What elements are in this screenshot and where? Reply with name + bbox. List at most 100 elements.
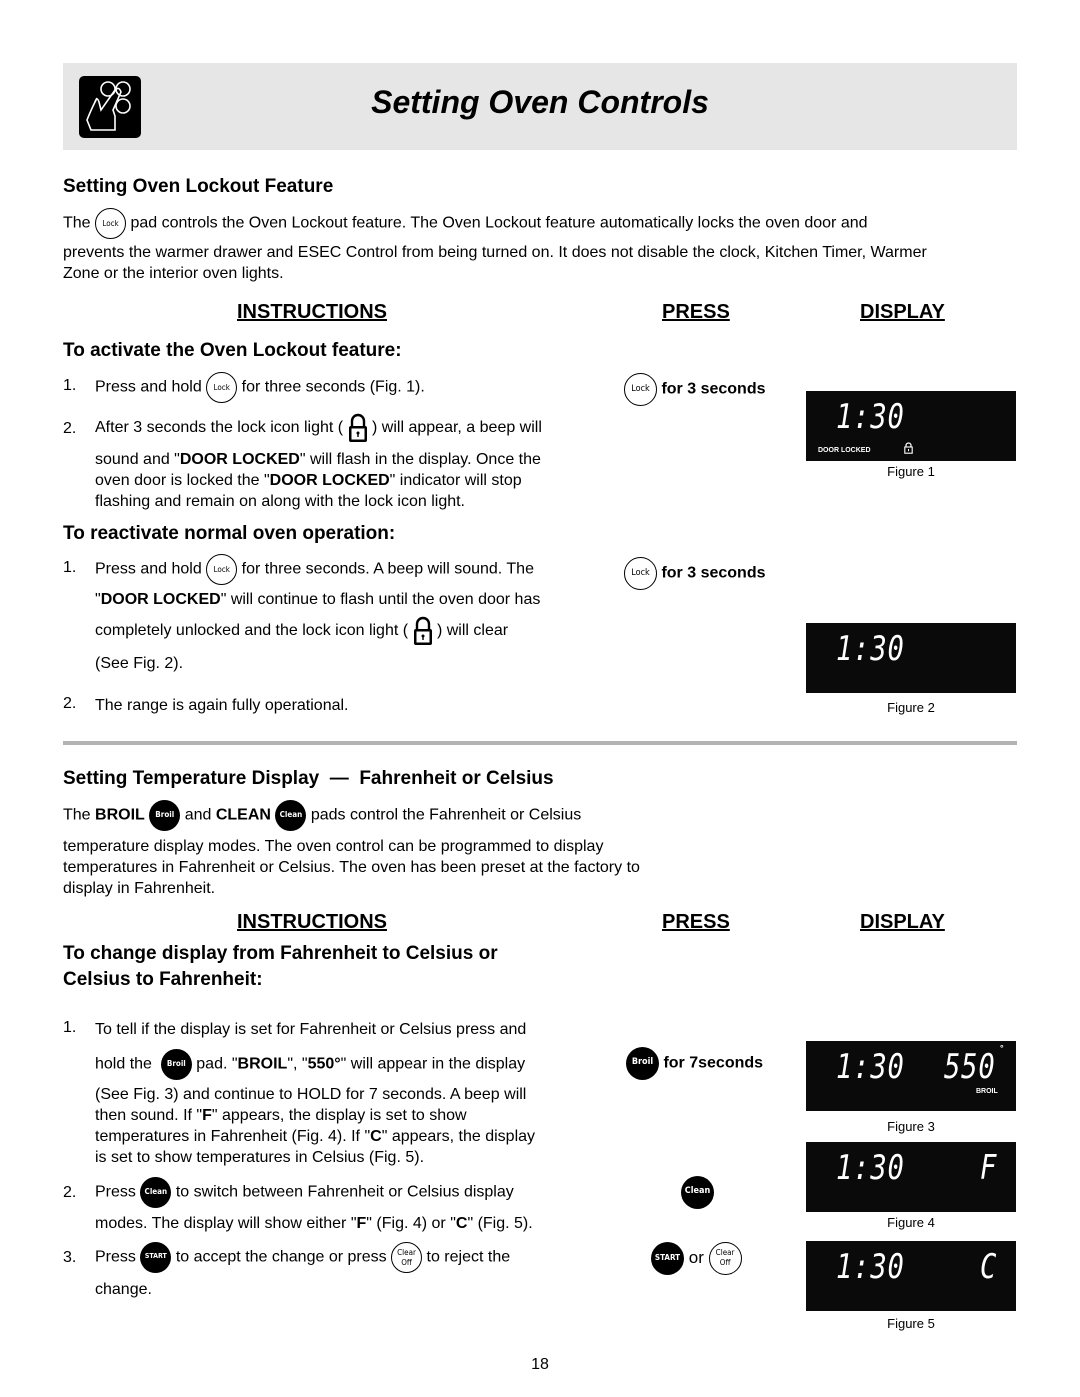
- degree-symbol: °: [1000, 1043, 1004, 1053]
- door-locked-indicator: DOOR LOCKED: [818, 447, 871, 454]
- text: to switch between Fahrenheit or Celsius …: [175, 1183, 514, 1201]
- text: to reject the: [426, 1248, 511, 1266]
- or-text: or: [688, 1247, 704, 1267]
- change-heading-line2: Celsius to Fahrenheit:: [63, 969, 263, 990]
- display-time: 1:30: [836, 1148, 905, 1188]
- temp-step1-line3: (See Fig. 3) and continue to HOLD for 7 …: [95, 1086, 527, 1103]
- activate-step2-line1: After 3 seconds the lock icon light ( ) …: [95, 412, 542, 444]
- press-clean: Clean: [681, 1176, 714, 1209]
- figure-caption: Figure 3: [887, 1119, 935, 1134]
- text: " appears, the display: [381, 1128, 536, 1145]
- display-time: 1:30: [836, 1247, 905, 1287]
- col-display: DISPLAY: [860, 301, 945, 323]
- text: pads control the Fahrenheit or Celsius: [310, 806, 582, 824]
- lockout-intro-line3: Zone or the interior oven lights.: [63, 265, 284, 282]
- display-figure-3: 1:30 550 ° BROIL: [806, 1041, 1016, 1111]
- text-bold: DOOR LOCKED: [179, 451, 300, 468]
- col-instructions: INSTRUCTIONS: [237, 911, 387, 933]
- text: Press: [95, 1248, 136, 1266]
- step-number: 1.: [63, 1019, 77, 1036]
- text: " (Fig. 5).: [467, 1215, 533, 1232]
- temperature-intro-line3: temperatures in Fahrenheit or Celsius. T…: [63, 859, 640, 876]
- press-duration: for 3 seconds: [661, 564, 766, 582]
- start-pad-icon: START: [651, 1242, 684, 1275]
- text: completely unlocked and the lock icon li…: [95, 622, 409, 640]
- clean-pad-icon: Clean: [140, 1177, 172, 1208]
- activate-step1: Press and hold Lock for three seconds (F…: [95, 372, 425, 403]
- reactivate-step1-line3: completely unlocked and the lock icon li…: [95, 615, 508, 647]
- display-figure-4: 1:30 F: [806, 1142, 1016, 1212]
- text-bold: DOOR LOCKED: [100, 591, 221, 608]
- temperature-intro-line2: temperature display modes. The oven cont…: [63, 838, 604, 855]
- step-number: 3.: [63, 1249, 77, 1266]
- lockout-heading: Setting Oven Lockout Feature: [63, 176, 334, 197]
- text: " appears, the display is set to show: [211, 1107, 467, 1124]
- text-bold: C: [370, 1128, 382, 1145]
- step-number: 2.: [63, 695, 77, 712]
- text: sound and ": [95, 451, 180, 468]
- step-number: 2.: [63, 420, 77, 437]
- clear-off-pad-icon: Clear Off: [708, 1242, 742, 1275]
- text: to accept the change or press: [175, 1248, 387, 1266]
- display-figure-2: 1:30: [806, 623, 1016, 693]
- activate-step2-line3: oven door is locked the "DOOR LOCKED" in…: [95, 470, 522, 491]
- reactivate-step2: The range is again fully operational.: [95, 697, 349, 714]
- broil-pad-icon: Broil: [160, 1049, 192, 1080]
- step-number: 1.: [63, 559, 77, 576]
- text: " (Fig. 4) or ": [366, 1215, 456, 1232]
- text: Off: [401, 1258, 412, 1267]
- activate-heading: To activate the Oven Lockout feature:: [63, 340, 402, 361]
- reactivate-press: Lock for 3 seconds: [624, 557, 765, 590]
- text-bold: F: [202, 1107, 212, 1124]
- text: for three seconds. A beep will sound. Th…: [241, 560, 534, 578]
- text: ) will clear: [436, 622, 509, 640]
- display-time: 1:30: [836, 1047, 905, 1087]
- press-duration: for 7seconds: [663, 1054, 764, 1072]
- page-title: Setting Oven Controls: [371, 84, 709, 120]
- clear-off-pad-icon: Clear Off: [391, 1242, 423, 1273]
- broil-indicator: BROIL: [976, 1088, 998, 1095]
- figure-caption: Figure 4: [887, 1215, 935, 1230]
- text: oven door is locked the ": [95, 472, 270, 489]
- section-divider: [63, 741, 1017, 745]
- text-bold: DOOR LOCKED: [269, 472, 390, 489]
- reactivate-step1-line2: "DOOR LOCKED" will continue to flash unt…: [95, 589, 540, 610]
- temp-step1-line1: To tell if the display is set for Fahren…: [95, 1021, 527, 1038]
- text-bold: F: [356, 1215, 367, 1232]
- text-bold: BROIL: [237, 1055, 288, 1073]
- text: Press and hold: [95, 560, 202, 578]
- display-figure-5: 1:30 C: [806, 1241, 1016, 1311]
- temp-step1-line6: is set to show temperatures in Celsius (…: [95, 1149, 425, 1166]
- figure-caption: Figure 1: [887, 464, 935, 479]
- text: pad controls the Oven Lockout feature. T…: [130, 214, 868, 232]
- text-bold: 550°: [307, 1055, 341, 1073]
- activate-press: Lock for 3 seconds: [624, 373, 765, 406]
- figure-caption: Figure 5: [887, 1316, 935, 1331]
- lock-pad-icon: Lock: [206, 372, 238, 403]
- text: then sound. If ": [95, 1107, 203, 1124]
- text: " will continue to flash until the oven …: [220, 591, 541, 608]
- temp-step2-line2: modes. The display will show either "F" …: [95, 1213, 533, 1234]
- activate-step2-line4: flashing and remain on along with the lo…: [95, 493, 465, 510]
- press-start-or-clear: START or Clear Off: [651, 1242, 742, 1275]
- text-bold: BROIL: [95, 806, 145, 824]
- temperature-intro-line4: display in Fahrenheit.: [63, 880, 216, 897]
- text: Press and hold: [95, 378, 202, 396]
- lockout-intro-line2: prevents the warmer drawer and ESEC Cont…: [63, 244, 927, 261]
- text-bold: CLEAN: [215, 806, 271, 824]
- temp-step3-line2: change.: [95, 1281, 152, 1298]
- display-figure-1: 1:30 DOOR LOCKED: [806, 391, 1016, 461]
- col-press: PRESS: [662, 911, 730, 933]
- reactivate-heading: To reactivate normal oven operation:: [63, 523, 396, 544]
- text: " will appear in the display: [340, 1055, 526, 1073]
- col-press: PRESS: [662, 301, 730, 323]
- lock-pad-icon: Lock: [95, 208, 127, 239]
- text: " indicator will stop: [389, 472, 522, 489]
- press-duration: for 3 seconds: [661, 380, 766, 398]
- lock-pad-icon: Lock: [624, 557, 657, 590]
- broil-pad-icon: Broil: [149, 800, 181, 831]
- col-display: DISPLAY: [860, 911, 945, 933]
- display-unit: F: [980, 1148, 998, 1188]
- page-number: 18: [531, 1356, 549, 1373]
- text: " will flash in the display. Once the: [299, 451, 541, 468]
